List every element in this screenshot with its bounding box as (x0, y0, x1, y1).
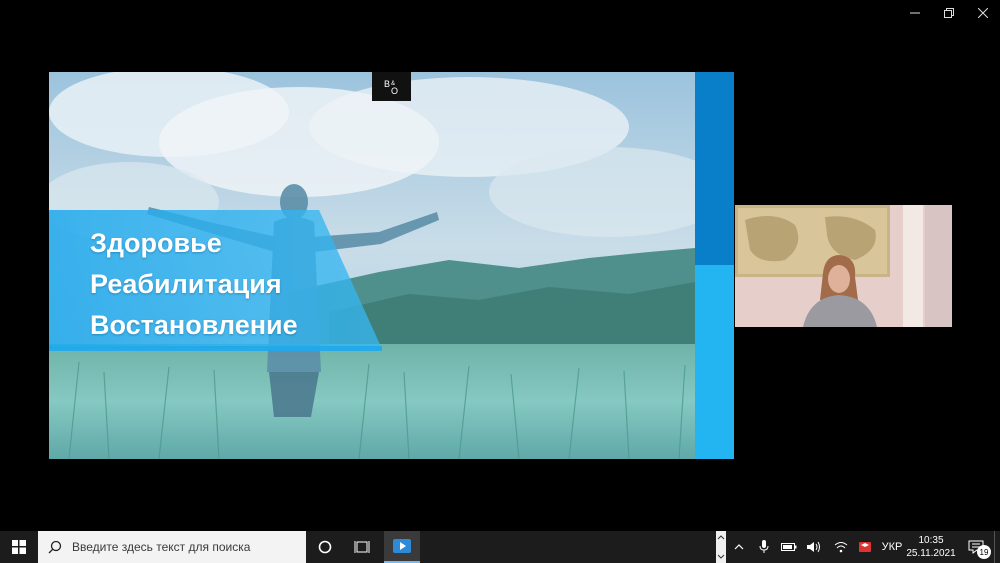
window-controls (898, 0, 1000, 26)
slide-accent-strip-top (695, 72, 734, 265)
network-tray-button[interactable] (830, 531, 852, 563)
restore-icon (944, 8, 954, 18)
taskbar-app-video-player[interactable] (384, 531, 420, 563)
slide-banner-text: Здоровье Реабилитация Востановление (90, 223, 298, 346)
cortana-button[interactable] (309, 531, 341, 563)
task-view-button[interactable] (346, 531, 378, 563)
svg-text:O: O (391, 86, 398, 96)
windows-taskbar: Введите здесь текст для поиска УКР 10:35… (0, 531, 1000, 563)
notification-count-badge: 19 (977, 545, 991, 559)
action-center-button[interactable]: 19 (963, 531, 991, 563)
minimize-button[interactable] (898, 0, 932, 26)
presenter-video (735, 205, 952, 327)
tray-app-button[interactable] (854, 531, 876, 563)
slide-accent-strip-bottom (695, 265, 734, 459)
battery-icon (781, 543, 797, 551)
show-desktop-button[interactable] (994, 531, 1000, 563)
close-icon (978, 8, 988, 18)
webcam-video-tile[interactable] (735, 205, 952, 327)
banner-line-health: Здоровье (90, 228, 222, 258)
video-app-icon (393, 539, 411, 553)
clock-time: 10:35 (918, 535, 944, 546)
presentation-slide: B & O Здоровье Реабилитация Востановлени… (49, 72, 734, 459)
taskbar-search-box[interactable]: Введите здесь текст для поиска (38, 531, 306, 563)
microphone-icon (759, 540, 769, 553)
banner-line-recovery: Востановление (90, 310, 298, 340)
cortana-icon (318, 540, 332, 554)
speaker-icon (807, 541, 820, 553)
clock-date: 25.11.2021 (906, 548, 956, 559)
show-hidden-icons-button[interactable] (728, 531, 750, 563)
input-language-indicator[interactable]: УКР (878, 531, 906, 563)
search-placeholder: Введите здесь текст для поиска (72, 540, 251, 554)
wifi-icon (834, 542, 848, 553)
svg-text:B: B (384, 79, 390, 89)
task-view-icon (354, 541, 370, 553)
restore-button[interactable] (932, 0, 966, 26)
system-clock[interactable]: 10:35 25.11.2021 (906, 531, 956, 563)
bang-olufsen-logo: B & O (372, 72, 411, 101)
scroll-arrows-icon (717, 535, 725, 559)
taskbar-scroll-control[interactable] (716, 531, 726, 563)
close-button[interactable] (966, 0, 1000, 26)
logo-mark: B & O (384, 79, 398, 96)
windows-logo-icon (12, 540, 26, 554)
microphone-tray-button[interactable] (753, 531, 775, 563)
battery-tray-button[interactable] (778, 531, 800, 563)
banner-line-rehabilitation: Реабилитация (90, 269, 282, 299)
minimize-icon (910, 12, 920, 14)
chevron-up-icon (734, 544, 744, 550)
volume-tray-button[interactable] (803, 531, 825, 563)
search-icon (48, 540, 62, 554)
start-button[interactable] (0, 531, 38, 563)
tray-app-icon (859, 542, 871, 552)
